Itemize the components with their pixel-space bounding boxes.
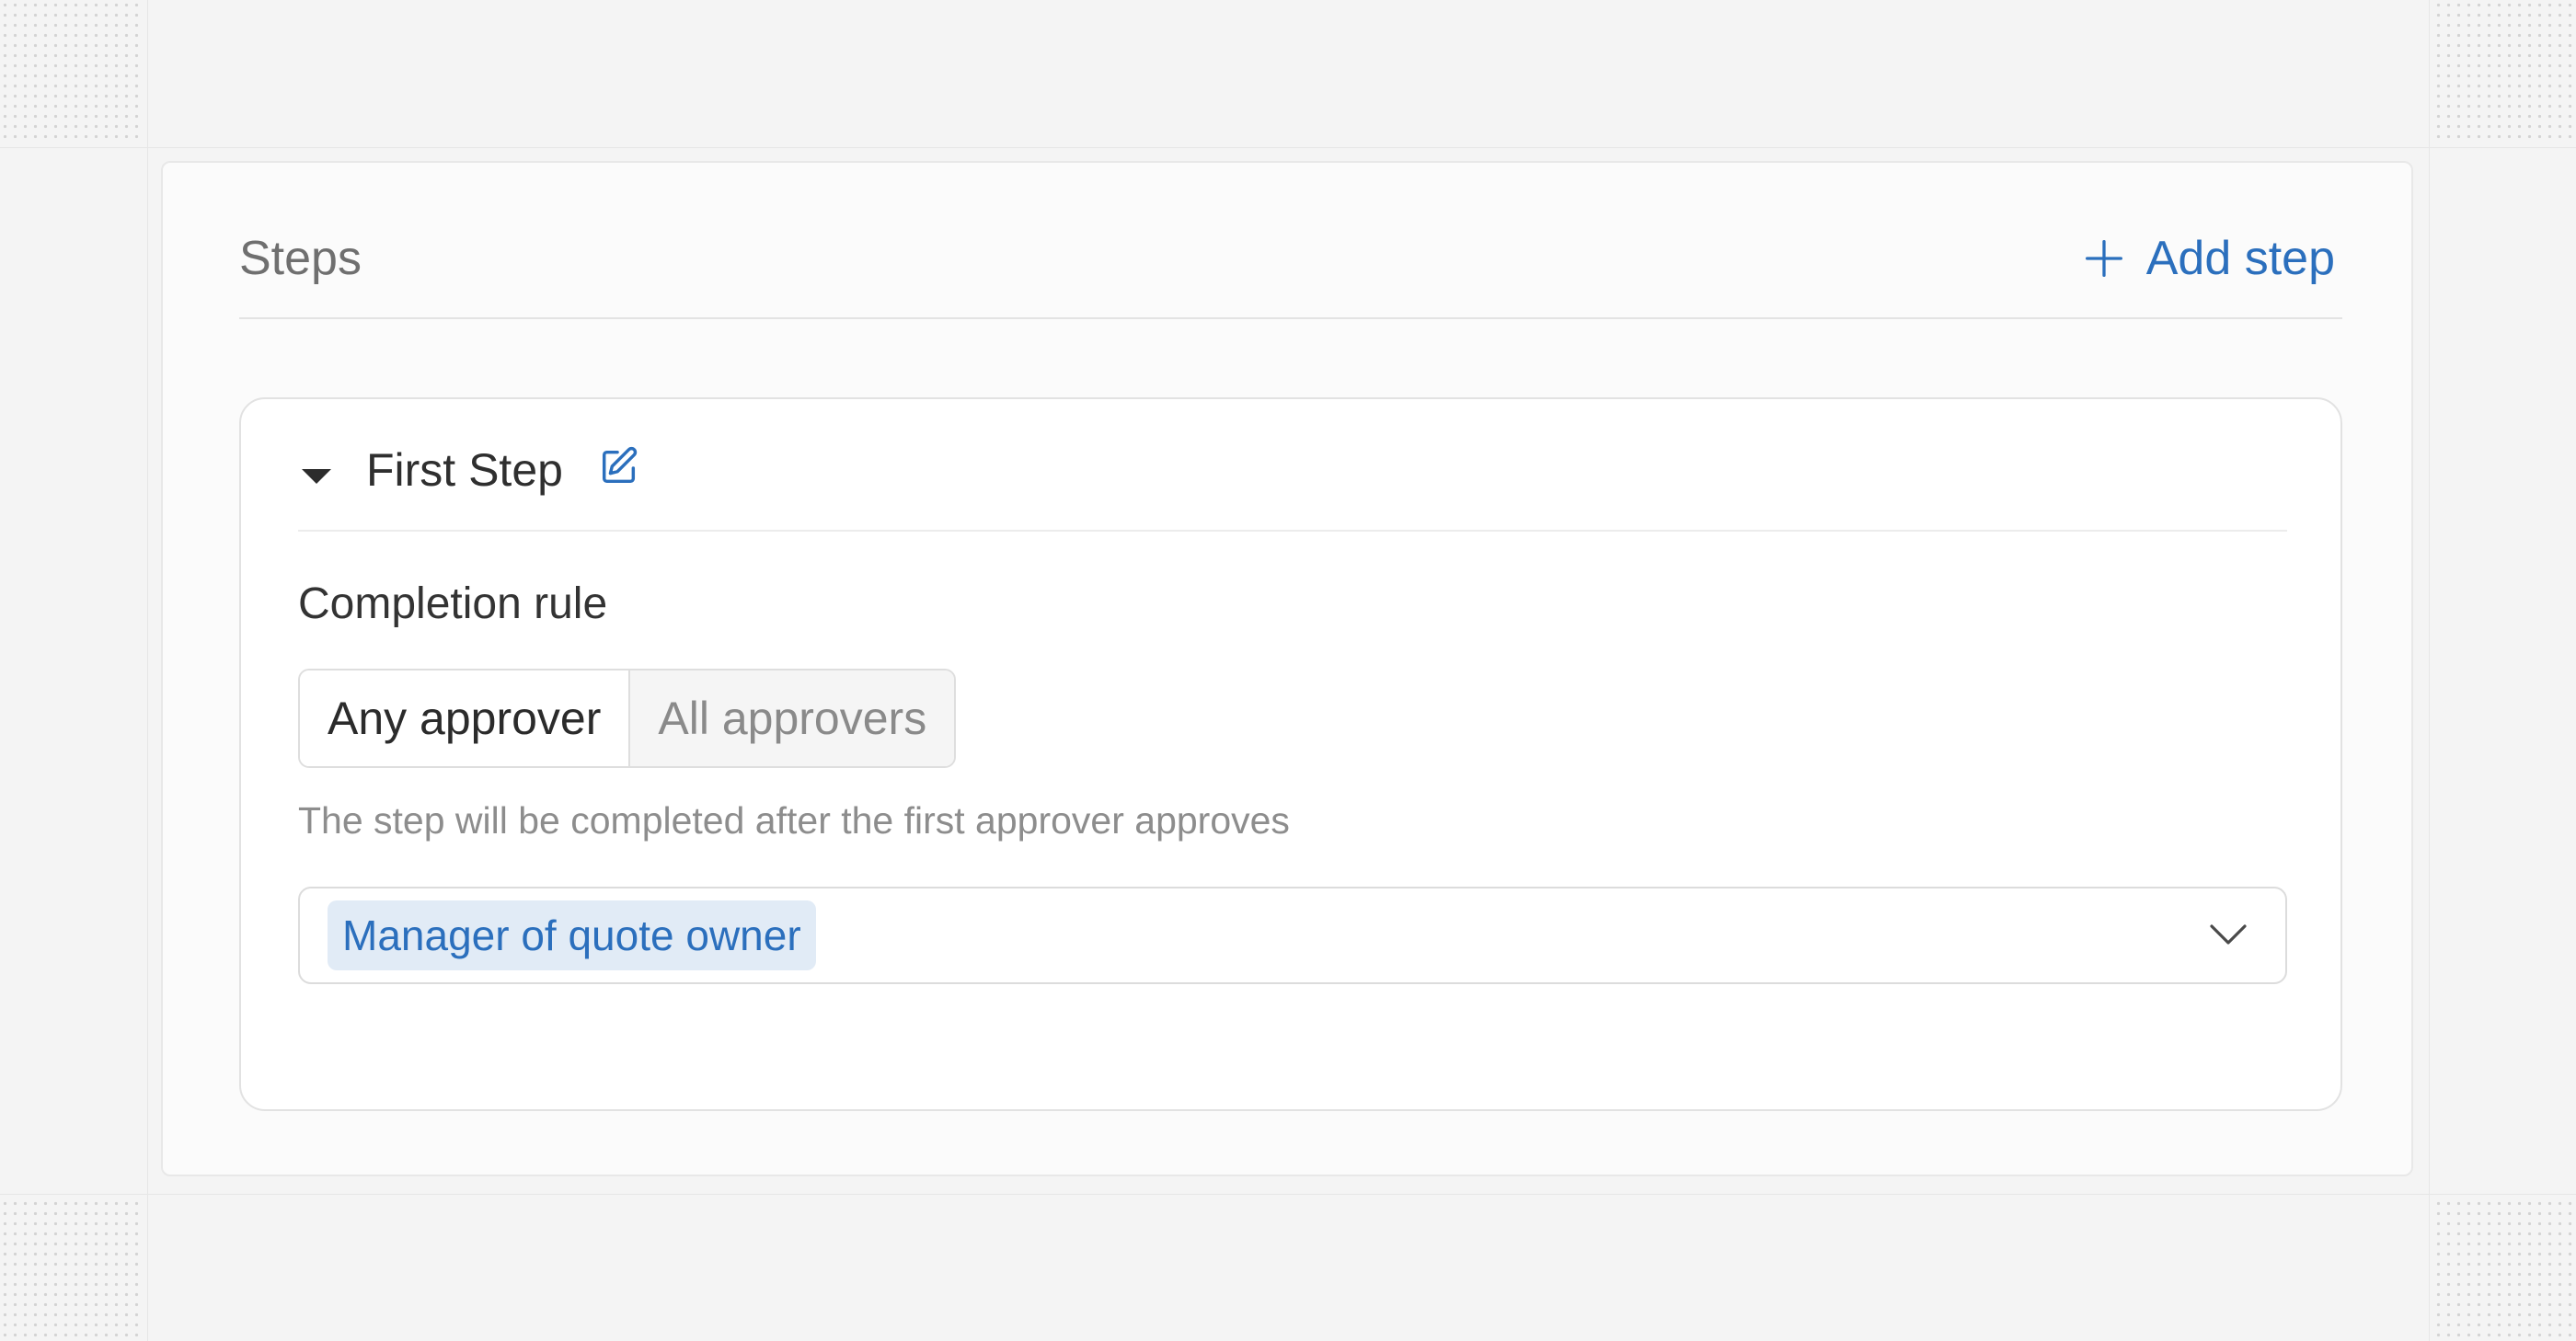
background-dot-pattern <box>0 0 143 143</box>
section-title: Steps <box>239 232 362 285</box>
edit-icon[interactable] <box>598 445 640 487</box>
background-guide-line <box>0 147 2576 148</box>
approver-chip[interactable]: Manager of quote owner <box>328 900 816 970</box>
steps-header: Steps Add step <box>239 200 2342 319</box>
step-card: First Step Completion rule Any approver … <box>239 397 2342 1111</box>
step-name: First Step <box>366 444 563 496</box>
background-dot-pattern <box>2433 1198 2576 1341</box>
option-all-approvers[interactable]: All approvers <box>630 670 955 766</box>
completion-rule-toggle: Any approver All approvers <box>298 669 957 768</box>
completion-rule-helper-text: The step will be completed after the fir… <box>298 799 1290 842</box>
plus-icon <box>2085 240 2122 277</box>
caret-down-icon[interactable] <box>302 469 331 484</box>
completion-rule-label: Completion rule <box>298 579 608 628</box>
chevron-down-icon[interactable] <box>2208 923 2248 948</box>
approver-select[interactable]: Manager of quote owner <box>298 887 2287 984</box>
steps-panel: Steps Add step First Step Completion rul… <box>161 161 2413 1176</box>
background-guide-line <box>2429 0 2430 1341</box>
add-step-button[interactable]: Add step <box>2084 231 2335 286</box>
step-header: First Step <box>298 436 2287 532</box>
background-dot-pattern <box>2433 0 2576 143</box>
background-guide-line <box>147 0 148 1341</box>
add-step-label: Add step <box>2145 232 2335 285</box>
background-dot-pattern <box>0 1198 143 1341</box>
background-guide-line <box>0 1194 2576 1195</box>
option-any-approver[interactable]: Any approver <box>300 670 631 766</box>
